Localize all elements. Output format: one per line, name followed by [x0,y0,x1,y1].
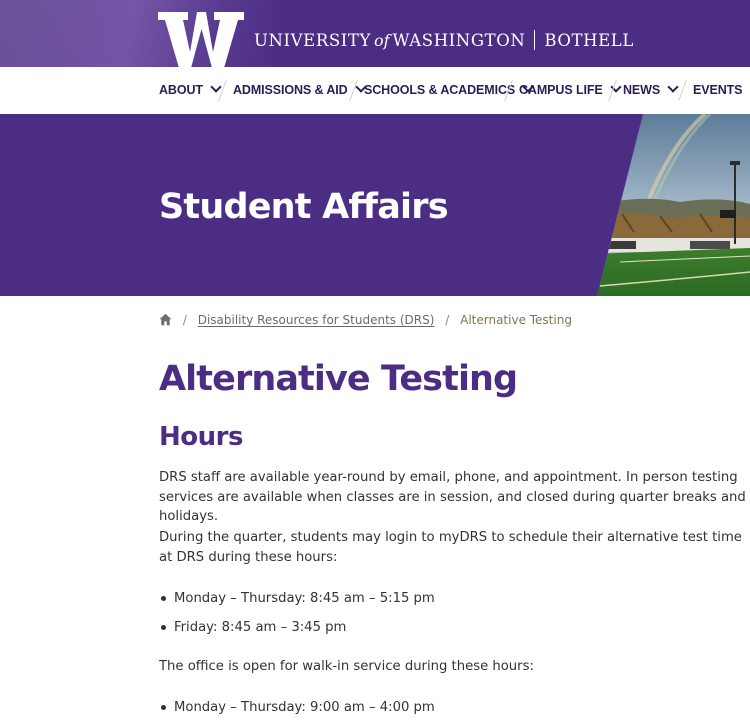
nav-item-news[interactable]: NEWS [623,67,679,114]
wordmark-campus: BOTHELL [544,31,634,50]
nav-item-label: EVENTS [693,83,743,97]
nav-item-label: ADMISSIONS & AID [233,83,348,97]
paragraph-availability: DRS staff are available year-round by em… [159,470,746,524]
testing-hours-list: Monday – Thursday: 8:45 am – 5:15 pm Fri… [159,589,435,647]
nav-item-campus-life[interactable]: CAMPUS LIFE [519,67,622,114]
breadcrumb-home-link[interactable] [159,313,176,327]
breadcrumb-current: Alternative Testing [460,313,572,327]
list-item: Friday: 8:45 am – 3:45 pm [159,618,435,647]
university-wordmark[interactable]: UNIVERSITY of WASHINGTON BOTHELL [254,30,634,51]
chevron-down-icon [667,81,679,93]
hero-banner: Student Affairs [0,114,750,296]
nav-item-label: ABOUT [159,83,203,97]
uw-w-logo [158,12,244,67]
breadcrumb-separator: / [445,313,450,327]
nav-divider [678,80,687,101]
paragraph-testing-hours-intro: During the quarter, students may login t… [159,530,742,565]
nav-item-label: SCHOOLS & ACADEMICS [364,83,516,97]
breadcrumb: / Disability Resources for Students (DRS… [159,310,572,330]
breadcrumb-link-drs[interactable]: Disability Resources for Students (DRS) [198,313,435,327]
wordmark-of: of [373,31,390,50]
page-title: Alternative Testing [159,359,518,399]
chevron-down-icon [210,81,222,93]
list-item: Monday – Thursday: 9:00 am – 4:00 pm [159,698,435,727]
nav-item-about[interactable]: ABOUT [159,67,222,114]
wordmark-university: UNIVERSITY [254,31,371,50]
nav-item-label: NEWS [623,83,661,97]
nav-item-label: CAMPUS LIFE [519,83,603,97]
main-nav: ABOUT ADMISSIONS & AID SCHOOLS & ACADEMI… [0,67,750,115]
nav-item-admissions[interactable]: ADMISSIONS & AID [233,67,367,114]
hero-title: Student Affairs [159,187,449,227]
paragraph-walkin-intro: The office is open for walk-in service d… [159,659,534,674]
list-item: Monday – Thursday: 8:45 am – 5:15 pm [159,589,435,618]
walkin-hours-list: Monday – Thursday: 9:00 am – 4:00 pm [159,698,435,727]
breadcrumb-separator: / [182,313,187,327]
wordmark-divider [534,30,536,50]
nav-item-events[interactable]: EVENTS [693,67,743,114]
home-icon [159,313,172,326]
wordmark-washington: WASHINGTON [392,31,526,50]
section-heading-hours: Hours [159,422,243,452]
brand-header: UNIVERSITY of WASHINGTON BOTHELL [0,0,750,67]
